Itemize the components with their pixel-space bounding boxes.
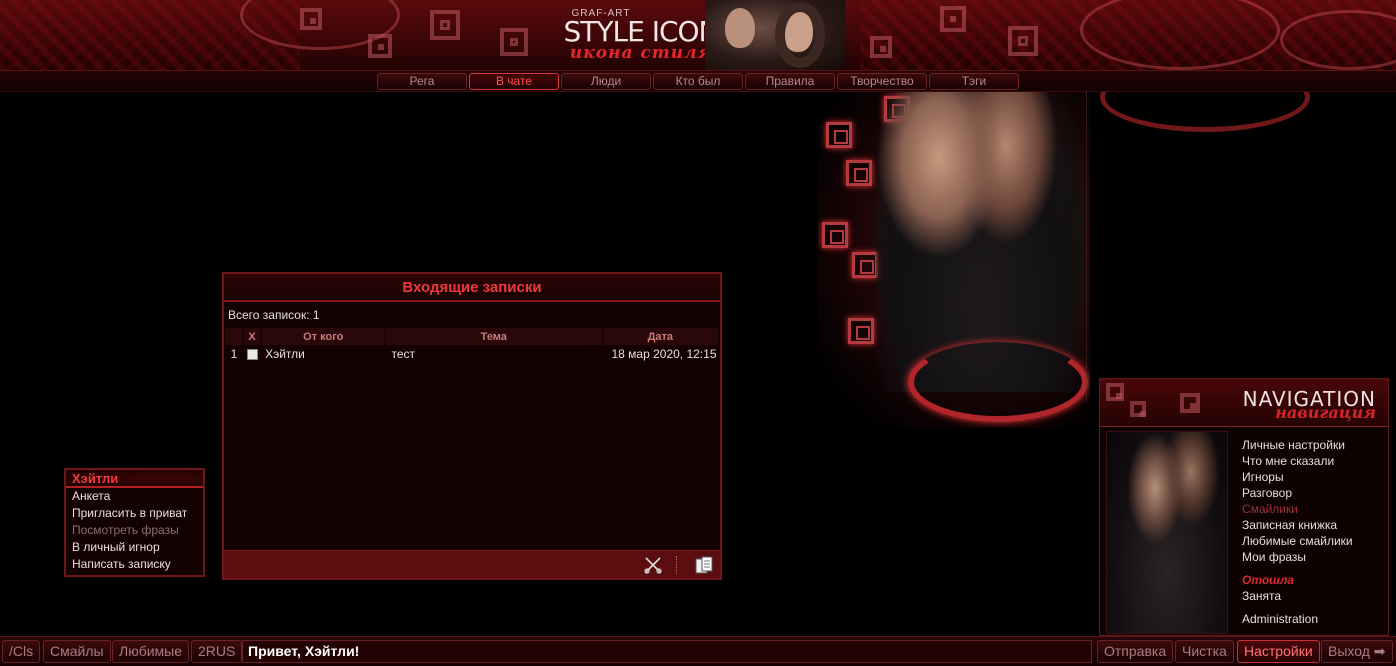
row-from[interactable]: Хэйтли [261, 345, 385, 363]
square-ornament [852, 252, 878, 278]
square-ornament [430, 10, 460, 40]
square-ornament [870, 36, 892, 58]
square-ornament [1180, 393, 1200, 413]
nav-rules[interactable]: Правила [745, 73, 835, 90]
navigation-photo [1106, 431, 1228, 634]
menu-item-profile[interactable]: Анкета [66, 488, 203, 505]
menu-item-personal-ignore[interactable]: В личный игнор [66, 539, 203, 556]
navigation-header: NAVIGATION навигация [1100, 379, 1388, 427]
cls-button[interactable]: /Cls [2, 640, 41, 663]
square-ornament [826, 122, 852, 148]
nav-link-smileys[interactable]: Смайлики [1242, 501, 1382, 517]
nav-rega[interactable]: Рега [377, 73, 467, 90]
inbox-table: X От кого Тема Дата 1 Хэйтли тест 18 мар… [225, 328, 720, 363]
square-ornament [1106, 383, 1124, 401]
col-date[interactable]: Дата [602, 328, 720, 345]
navigation-script: навигация [1275, 403, 1376, 422]
send-button[interactable]: Отправка [1097, 640, 1174, 663]
square-ornament [822, 222, 848, 248]
user-context-menu: Хэйтли Анкета Пригласить в приват Посмот… [64, 468, 205, 577]
col-from[interactable]: От кого [261, 328, 386, 345]
status-busy[interactable]: Занята [1242, 588, 1382, 604]
nav-tags[interactable]: Тэги [929, 73, 1019, 90]
chat-input-bar: /Cls Смайлы Любимые 2RUS Привет, Хэйтли!… [0, 636, 1396, 666]
status-away[interactable]: Отошла [1242, 572, 1382, 588]
nav-link-personal-settings[interactable]: Личные настройки [1242, 437, 1382, 453]
nav-link-what-they-said[interactable]: Что мне сказали [1242, 453, 1382, 469]
favorites-button[interactable]: Любимые [112, 640, 189, 663]
menu-item-invite-private[interactable]: Пригласить в приват [66, 505, 203, 522]
table-row[interactable]: 1 Хэйтли тест 18 мар 2020, 12:15 [225, 345, 719, 363]
settings-button[interactable]: Настройки [1237, 640, 1320, 663]
nav-link-conversation[interactable]: Разговор [1242, 485, 1382, 501]
menu-item-write-note[interactable]: Написать записку [66, 556, 203, 573]
menu-item-view-phrases[interactable]: Посмотреть фразы [66, 522, 203, 539]
col-subject[interactable]: Тема [385, 328, 603, 345]
nav-in-chat[interactable]: В чате [469, 73, 559, 90]
logo-title: STYLE ICON [563, 15, 720, 48]
exit-button[interactable]: Выход ➡ [1321, 640, 1393, 663]
col-number [225, 328, 244, 345]
nav-link-ignores[interactable]: Игноры [1242, 469, 1382, 485]
inbox-count: Всего записок: 1 [228, 308, 320, 322]
row-number: 1 [230, 347, 238, 361]
site-header: GRAF-ART STYLE ICON икона стиля [0, 0, 1396, 70]
inbox-title: Входящие записки [224, 274, 720, 302]
nav-link-notebook[interactable]: Записная книжка [1242, 517, 1382, 533]
couple-artwork [818, 92, 1090, 428]
main-nav: Рега В чате Люди Кто был Правила Творчес… [0, 70, 1396, 92]
row-checkbox[interactable] [246, 349, 258, 361]
square-ornament [848, 318, 874, 344]
copy-icon[interactable] [694, 555, 714, 575]
translit-button[interactable]: 2RUS [191, 640, 243, 663]
swirl-ornament [1090, 92, 1396, 132]
header-couple-photo [705, 0, 845, 70]
toolbar-divider [676, 556, 677, 574]
nav-creativity[interactable]: Творчество [837, 73, 927, 90]
art-divider [1086, 92, 1088, 402]
nav-who-was[interactable]: Кто был [653, 73, 743, 90]
clear-button[interactable]: Чистка [1175, 640, 1234, 663]
table-header-row: X От кого Тема Дата [225, 328, 720, 345]
delete-icon[interactable] [644, 556, 662, 574]
swirl-ornament [908, 342, 1088, 422]
nav-link-favorite-smileys[interactable]: Любимые смайлики [1242, 533, 1382, 549]
square-ornament [500, 28, 528, 56]
square-ornament [940, 6, 966, 32]
navigation-links: Личные настройки Что мне сказали Игноры … [1242, 437, 1382, 627]
nav-link-my-phrases[interactable]: Мои фразы [1242, 549, 1382, 565]
row-select-cell [243, 345, 261, 363]
usermenu-username: Хэйтли [66, 470, 203, 488]
inbox-toolbar [224, 550, 720, 578]
square-ornament [846, 160, 872, 186]
row-subject[interactable]: тест [385, 345, 602, 363]
square-ornament [1008, 26, 1038, 56]
face-shape [725, 8, 755, 48]
row-date: 18 мар 2020, 12:15 [611, 347, 717, 361]
message-input[interactable]: Привет, Хэйтли! [242, 640, 1092, 663]
square-ornament [1130, 401, 1146, 417]
message-input-text: Привет, Хэйтли! [248, 643, 360, 659]
nav-people[interactable]: Люди [561, 73, 651, 90]
hair-shape [775, 2, 825, 68]
smileys-button[interactable]: Смайлы [43, 640, 111, 663]
nav-link-administration[interactable]: Administration [1242, 611, 1382, 627]
logo-script: икона стиля [569, 43, 713, 63]
site-logo[interactable]: GRAF-ART STYLE ICON икона стиля [556, 8, 726, 63]
navigation-panel: NAVIGATION навигация Личные настройки Чт… [1099, 378, 1389, 636]
col-delete: X [243, 328, 262, 345]
inbox-panel: Входящие записки Всего записок: 1 X От к… [222, 272, 722, 580]
